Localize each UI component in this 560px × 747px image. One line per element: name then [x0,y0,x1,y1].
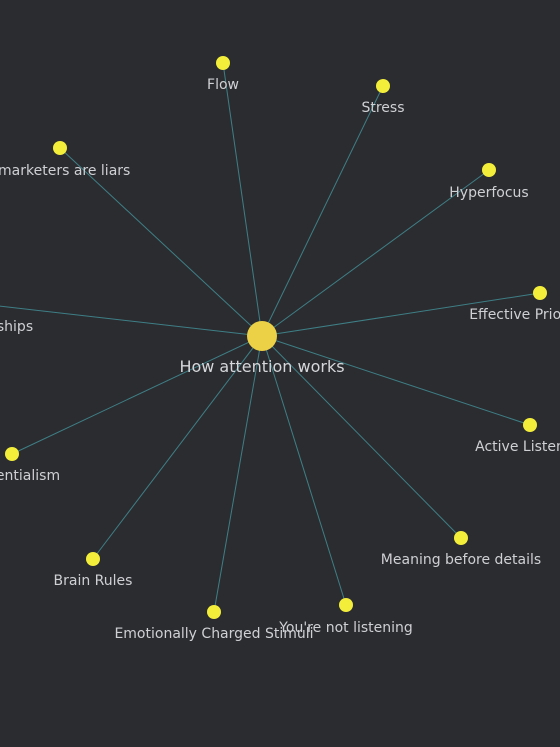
node-label-stress[interactable]: Stress [361,100,404,116]
node-dot-emotionally-charged-stimuli[interactable] [207,605,221,619]
node-label-existentialism[interactable]: entialism [0,468,60,484]
node-stress[interactable]: Stress [361,79,405,116]
node-dot-marketers[interactable] [53,141,67,155]
center-node-dot[interactable] [247,321,277,351]
graph-view[interactable]: Flow Stress l marketers are liars Hyperfocu… [0,0,560,747]
edge-flow [222,62,263,337]
node-dot-meaning-before-details[interactable] [454,531,468,545]
node-dot-brain-rules[interactable] [86,552,100,566]
nodes-layer: Flow Stress l marketers are liars Hyperfocu… [0,56,560,642]
node-label-active-listening[interactable]: Active Listen [475,439,560,455]
node-label-brain-rules[interactable]: Brain Rules [54,573,133,589]
edge-existentialism [11,335,263,455]
node-dot-existentialism[interactable] [5,447,19,461]
center-node-label[interactable]: How attention works [179,357,344,376]
edge-stress [261,85,384,337]
node-not-listening[interactable]: You're not listening [278,598,413,636]
node-existentialism[interactable]: entialism [0,447,60,484]
node-meaning-before-details[interactable]: Meaning before details [381,531,541,568]
node-dot-stress[interactable] [376,79,390,93]
node-label-marketers[interactable]: l marketers are liars [0,163,130,179]
node-effective-priorities[interactable]: Effective Priori [469,286,560,323]
node-brain-rules[interactable]: Brain Rules [54,552,133,589]
node-label-meaning-before-details[interactable]: Meaning before details [381,552,541,568]
node-dot-active-listening[interactable] [523,418,537,432]
node-dot-effective-priorities[interactable] [533,286,547,300]
node-flow[interactable]: Flow [207,56,239,93]
edge-relationships [0,305,263,337]
node-active-listening[interactable]: Active Listen [475,418,560,455]
node-label-effective-priorities[interactable]: Effective Priori [469,307,560,323]
node-dot-hyperfocus[interactable] [482,163,496,177]
node-hyperfocus[interactable]: Hyperfocus [449,163,529,201]
node-dot-not-listening[interactable] [339,598,353,612]
edge-not-listening [261,335,347,606]
node-marketers[interactable]: l marketers are liars [0,141,130,179]
node-relationships[interactable]: ships [0,298,33,335]
node-label-hyperfocus[interactable]: Hyperfocus [449,185,528,201]
node-dot-flow[interactable] [216,56,230,70]
edge-emotionally-charged-stimuli [213,335,263,613]
node-label-flow[interactable]: Flow [207,77,239,93]
node-label-relationships[interactable]: ships [0,319,33,335]
edge-active-listening [261,335,531,426]
node-label-not-listening[interactable]: You're not listening [278,620,413,636]
